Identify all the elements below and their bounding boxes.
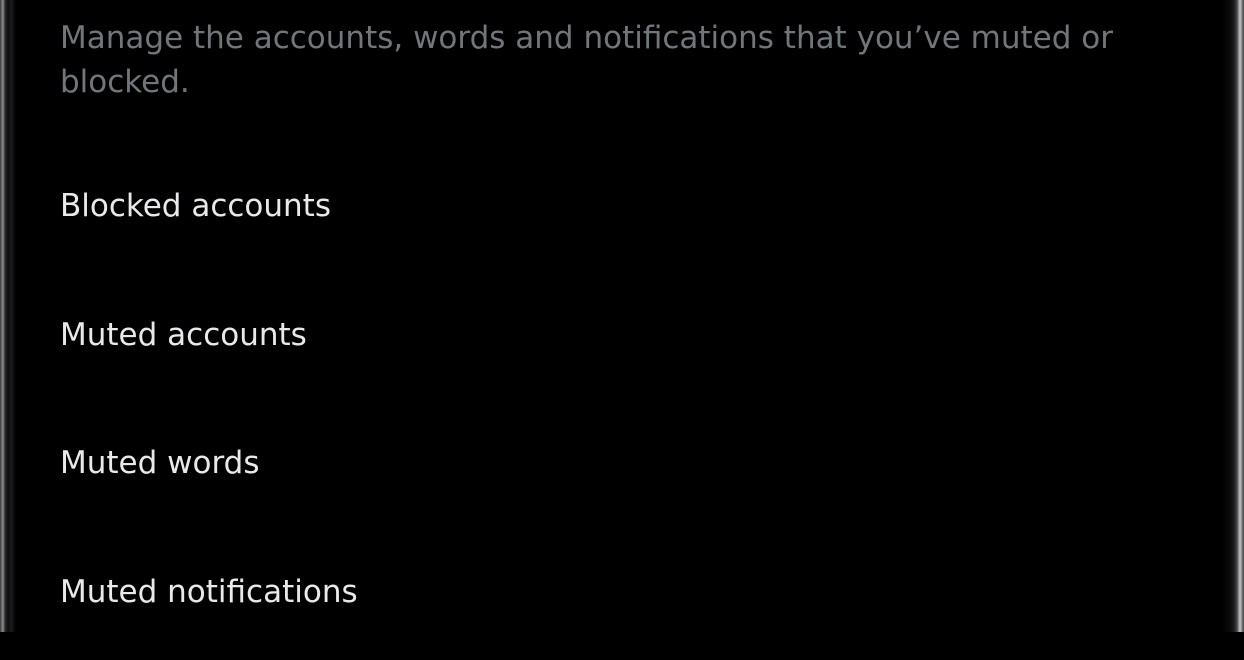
settings-menu-list: Blocked accounts Muted accounts Muted wo… — [16, 146, 1222, 660]
muted-accounts-item[interactable]: Muted accounts — [16, 275, 1222, 404]
device-frame: Manage the accounts, words and notificat… — [0, 0, 1244, 632]
menu-item-label: Muted notifications — [60, 532, 1222, 612]
muted-notifications-item[interactable]: Muted notifications — [16, 532, 1222, 660]
menu-item-label: Muted accounts — [60, 275, 1222, 355]
menu-item-label: Blocked accounts — [60, 146, 1222, 226]
settings-description: Manage the accounts, words and notificat… — [60, 16, 1160, 104]
menu-item-label: Muted words — [60, 403, 1222, 483]
blocked-accounts-item[interactable]: Blocked accounts — [16, 146, 1222, 275]
device-bezel-left — [0, 0, 16, 632]
mute-and-block-screen: Manage the accounts, words and notificat… — [16, 0, 1222, 632]
device-bezel-right — [1222, 0, 1244, 632]
muted-words-item[interactable]: Muted words — [16, 403, 1222, 532]
